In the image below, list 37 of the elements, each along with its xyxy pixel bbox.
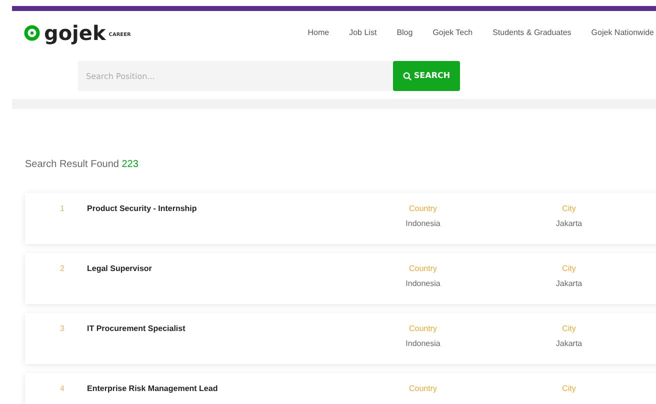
country-label: Country — [408, 323, 437, 335]
country-value: Indonesia — [406, 278, 440, 290]
nav-link[interactable]: Gojek Tech — [432, 27, 473, 39]
country-value: Indonesia — [406, 218, 440, 230]
job-card[interactable]: 2 Legal Supervisor Country Indonesia City Jakarta — [25, 253, 656, 304]
row-number: 2 — [60, 263, 66, 275]
nav-link[interactable]: Home — [308, 27, 330, 39]
country-value: Indonesia — [406, 338, 440, 350]
job-title: Product Security - Internship — [87, 203, 198, 215]
job-title: IT Procurement Specialist — [87, 323, 186, 335]
nav-link[interactable]: Blog — [396, 27, 413, 39]
city-label: City — [562, 323, 576, 335]
nav-link[interactable]: Job List — [349, 27, 377, 39]
nav-link[interactable]: Gojek Nationwide — [591, 27, 654, 39]
row-number: 3 — [60, 323, 66, 335]
city-label: City — [562, 203, 576, 215]
logo-icon — [24, 25, 40, 41]
logo-text: gojek — [44, 23, 106, 43]
results-heading: Search Result Found 223 — [25, 158, 140, 172]
job-card[interactable]: 1 Product Security - Internship Country Indonesia City Jakarta — [25, 193, 656, 244]
row-number: 1 — [60, 203, 66, 215]
city-value: Jakarta — [556, 278, 582, 290]
search-field[interactable]: Search Position... — [78, 61, 393, 91]
city-value: Jakarta — [556, 218, 582, 230]
job-card[interactable]: 4 Enterprise Risk Management Lead Country City — [25, 373, 656, 404]
city-label: City — [562, 263, 576, 275]
job-card[interactable]: 3 IT Procurement Specialist Country Indonesia City Jakarta — [25, 313, 656, 364]
job-title: Legal Supervisor — [87, 263, 153, 275]
search-icon — [402, 72, 412, 80]
country-label: Country — [408, 383, 437, 395]
city-value: Jakarta — [556, 338, 582, 350]
job-title: Enterprise Risk Management Lead — [87, 383, 219, 395]
row-number: 4 — [60, 383, 66, 395]
nav-link[interactable]: Students & Graduates — [492, 27, 572, 39]
country-label: Country — [408, 203, 437, 215]
city-label: City — [562, 383, 576, 395]
country-label: Country — [408, 263, 437, 275]
